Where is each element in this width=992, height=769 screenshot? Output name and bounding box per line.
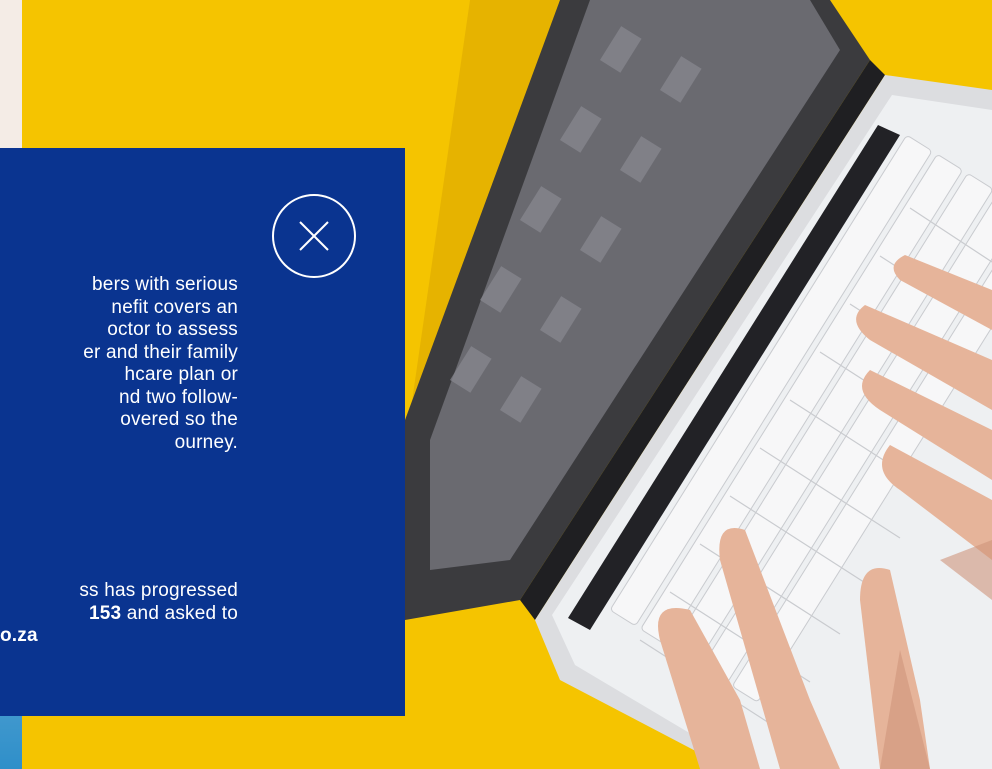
paragraph-2-line-3: o.za — [0, 625, 238, 648]
paragraph-2-line-1: ss has progressed — [79, 580, 238, 601]
phone-number[interactable]: 153 — [89, 603, 121, 624]
modal-paragraph-1: bers with serious nefit covers an octor … — [0, 274, 238, 454]
paragraph-2-line-2: 153 and asked to — [0, 603, 238, 626]
close-button[interactable] — [272, 194, 356, 278]
paragraph-1-line: hcare plan or — [124, 364, 238, 385]
paragraph-2-line-2-text: and asked to — [121, 602, 238, 624]
modal-paragraph-2: ss has progressed 153 and asked to o.za — [0, 580, 238, 648]
close-x-icon — [299, 221, 329, 251]
email-link[interactable]: o.za — [0, 625, 38, 646]
paragraph-1-line: nd two follow- — [119, 386, 238, 408]
paragraph-1-line: er and their family — [83, 341, 238, 363]
paragraph-1-line: nefit covers an — [111, 296, 238, 318]
paragraph-1-line: bers with serious — [92, 274, 238, 295]
paragraph-1-line: octor to assess — [107, 319, 238, 340]
paragraph-1-line: ourney. — [174, 431, 238, 453]
paragraph-1-line: overed so the — [120, 409, 238, 430]
